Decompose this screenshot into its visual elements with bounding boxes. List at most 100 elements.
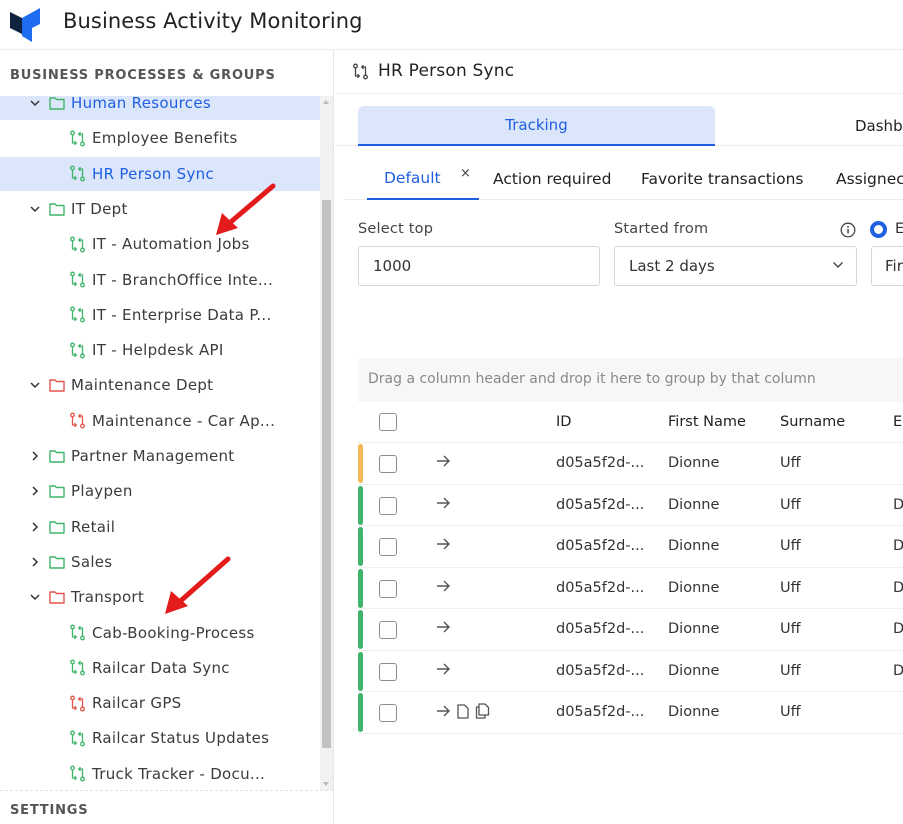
tree-process-truck-tracker-docu[interactable]: Truck Tracker - Docu... — [0, 757, 320, 790]
tree-group-human-resources[interactable]: Human Resources — [0, 96, 320, 120]
group-by-hint: Drag a column header and drop it here to… — [368, 371, 816, 387]
row-checkbox[interactable] — [379, 496, 397, 515]
table-row[interactable]: d05a5f2d-... Dionne Uff — [358, 443, 903, 485]
tree-process-railcar-status-updates[interactable]: Railcar Status Updates — [0, 721, 320, 755]
tree-group-sales[interactable]: Sales — [0, 545, 320, 579]
cell-id: d05a5f2d-... — [556, 662, 645, 679]
info-icon[interactable] — [840, 222, 856, 238]
table-row[interactable]: d05a5f2d-... Dionne Uff D — [358, 526, 903, 568]
chevron-right-icon[interactable] — [28, 484, 42, 498]
tree-group-partner-management[interactable]: Partner Management — [0, 439, 320, 473]
tree-process-employee-benefits[interactable]: Employee Benefits — [0, 121, 320, 155]
settings-section[interactable]: SETTINGS — [0, 790, 333, 824]
tree-process-cab-booking-process[interactable]: Cab-Booking-Process — [0, 616, 320, 650]
sidebar-scrollbar[interactable] — [320, 96, 333, 790]
row-checkbox[interactable] — [379, 704, 397, 722]
column-header-surname[interactable]: Surname — [780, 414, 845, 430]
tree-group-it-dept[interactable]: IT Dept — [0, 192, 320, 226]
group-by-drop-zone[interactable]: Drag a column header and drop it here to… — [358, 358, 903, 402]
select-top-label: Select top — [358, 221, 434, 237]
cell-extra: D — [893, 621, 903, 637]
select-top-value: 1000 — [373, 257, 412, 275]
select-all-checkbox[interactable] — [379, 413, 397, 431]
tree-item-label: Transport — [71, 588, 145, 607]
grid-body: d05a5f2d-... Dionne Uff d05a5f2d-... Dio… — [358, 443, 903, 734]
row-status-indicator — [358, 485, 363, 525]
scroll-down-icon[interactable] — [323, 782, 329, 786]
view-tab-favorite-transactions[interactable]: Favorite transactions — [641, 158, 804, 200]
row-checkbox[interactable] — [379, 455, 397, 473]
cell-extra: D — [893, 662, 903, 679]
row-checkbox[interactable] — [379, 538, 397, 556]
tree-process-it-automation-jobs[interactable]: IT - Automation Jobs — [0, 227, 320, 261]
chevron-right-icon[interactable] — [28, 520, 42, 534]
table-row[interactable]: d05a5f2d-... Dionne Uff D — [358, 568, 903, 609]
process-icon — [70, 342, 85, 359]
tab-dashboard[interactable]: Dashb — [855, 106, 903, 146]
row-checkbox[interactable] — [379, 662, 397, 681]
chevron-down-icon[interactable] — [28, 202, 42, 216]
cell-id: d05a5f2d-... — [556, 538, 645, 554]
open-transaction-icon[interactable] — [436, 620, 451, 634]
tree-process-railcar-gps[interactable]: Railcar GPS — [0, 686, 320, 720]
tree-process-railcar-data-sync[interactable]: Railcar Data Sync — [0, 651, 320, 685]
documents-icon[interactable] — [475, 703, 490, 719]
scrollbar-thumb[interactable] — [322, 200, 331, 748]
open-transaction-icon[interactable] — [436, 454, 451, 468]
tree-process-it-enterprise-data-p[interactable]: IT - Enterprise Data P... — [0, 298, 320, 332]
table-row[interactable]: d05a5f2d-... Dionne Uff D — [358, 609, 903, 651]
row-actions — [436, 662, 451, 676]
tree-item-label: Employee Benefits — [92, 129, 238, 148]
open-transaction-icon[interactable] — [436, 496, 451, 510]
started-from-label: Started from — [614, 221, 709, 237]
tree-process-it-branchoffice-inte[interactable]: IT - BranchOffice Inte... — [0, 263, 320, 297]
tree-process-hr-person-sync[interactable]: HR Person Sync — [0, 156, 320, 191]
column-header-e[interactable]: E — [893, 414, 902, 430]
tree-group-transport[interactable]: Transport — [0, 580, 320, 614]
cell-extra: D — [893, 538, 903, 554]
column-header-id[interactable]: ID — [556, 414, 571, 430]
cell-first-name: Dionne — [668, 579, 720, 596]
row-checkbox[interactable] — [379, 621, 397, 639]
tree-item-label: IT - Helpdesk API — [92, 341, 224, 360]
select-top-input[interactable]: 1000 — [358, 246, 600, 286]
open-transaction-icon[interactable] — [436, 579, 451, 593]
tree-group-retail[interactable]: Retail — [0, 510, 320, 544]
table-row[interactable]: d05a5f2d-... Dionne Uff D — [358, 651, 903, 692]
table-row[interactable]: d05a5f2d-... Dionne Uff D — [358, 485, 903, 526]
open-transaction-icon[interactable] — [436, 662, 451, 676]
table-row[interactable]: d05a5f2d-... Dionne Uff — [358, 692, 903, 734]
range-radio-button[interactable] — [870, 221, 887, 238]
tree-item-label: Playpen — [71, 482, 133, 501]
chevron-down-icon — [833, 262, 843, 268]
started-from-select[interactable]: Last 2 days — [614, 246, 857, 286]
cell-surname: Uff — [780, 579, 801, 596]
cell-surname: Uff — [780, 455, 801, 471]
tree-process-maintenance-car-ap[interactable]: Maintenance - Car Ap... — [0, 404, 320, 438]
chevron-down-icon[interactable] — [28, 96, 42, 110]
open-transaction-icon[interactable] — [436, 537, 451, 551]
cell-first-name: Dionne — [668, 704, 720, 720]
column-header-first-name[interactable]: First Name — [668, 414, 746, 430]
close-tab-icon[interactable]: × — [460, 166, 471, 181]
tree-item-label: Railcar GPS — [92, 694, 182, 713]
cell-id: d05a5f2d-... — [556, 579, 645, 596]
tab-tracking[interactable]: Tracking — [358, 106, 715, 146]
folder-icon — [49, 203, 65, 216]
chevron-down-icon[interactable] — [28, 590, 42, 604]
chevron-right-icon[interactable] — [28, 449, 42, 463]
sidebar-heading: BUSINESS PROCESSES & GROUPS — [10, 68, 276, 83]
tree-group-maintenance-dept[interactable]: Maintenance Dept — [0, 368, 320, 402]
tree-process-it-helpdesk-api[interactable]: IT - Helpdesk API — [0, 333, 320, 367]
view-tab-assigned[interactable]: Assignec — [836, 158, 903, 200]
view-tab-action-required[interactable]: Action required — [493, 158, 611, 200]
range-first-field[interactable]: Fir — [871, 246, 903, 286]
chevron-right-icon[interactable] — [28, 555, 42, 569]
document-icon[interactable] — [457, 703, 469, 719]
tree-group-playpen[interactable]: Playpen — [0, 474, 320, 508]
open-transaction-icon[interactable] — [436, 704, 451, 718]
row-checkbox[interactable] — [379, 579, 397, 598]
chevron-down-icon[interactable] — [28, 378, 42, 392]
range-first-value: Fir — [885, 257, 903, 275]
scroll-up-icon[interactable] — [323, 100, 329, 104]
